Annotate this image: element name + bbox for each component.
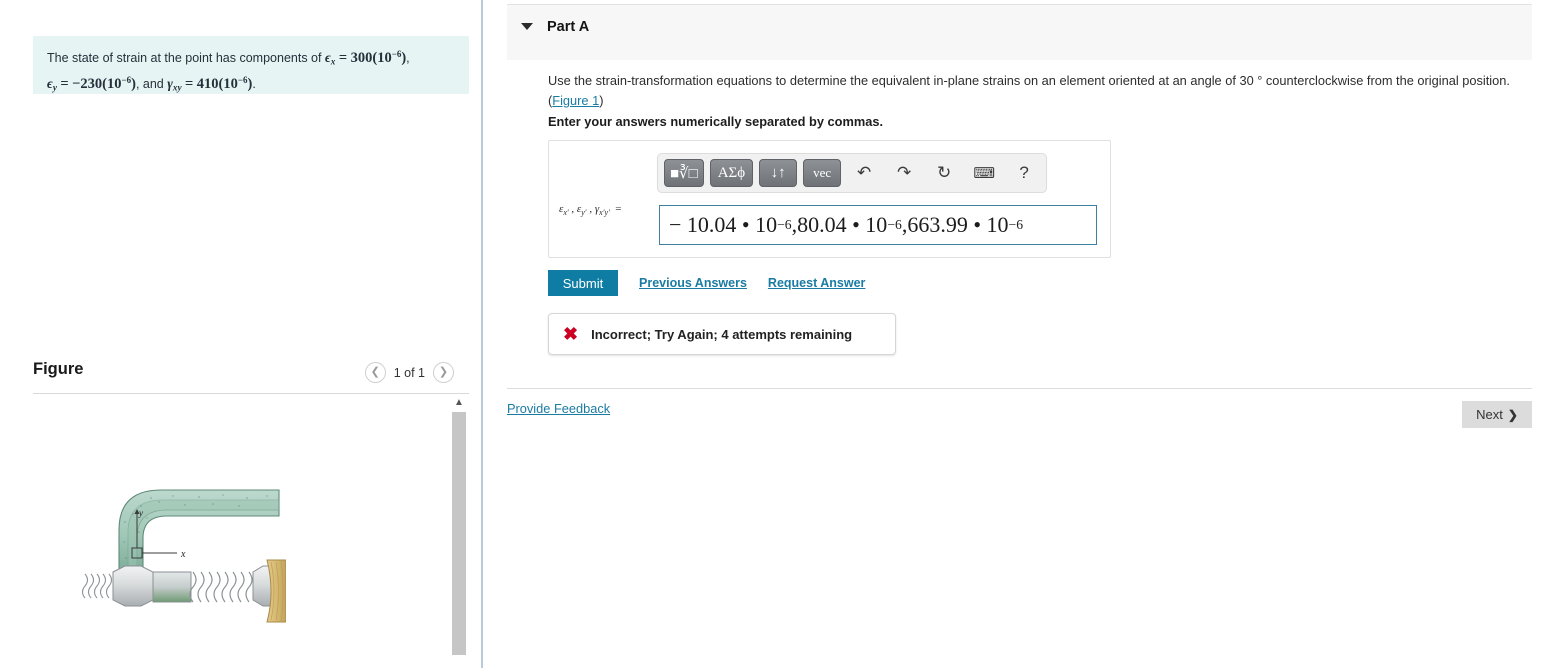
problem-statement-text: The state of strain at the point has com… xyxy=(47,49,410,93)
answer-card: ■∛□ ΑΣϕ ↓↑ vec ↶ ↷ ↻ ⌨ ? εx′ , εy′ , γx′… xyxy=(548,140,1111,258)
figure-viewport: y x xyxy=(33,394,451,668)
figure-next-button[interactable]: ❯ xyxy=(433,362,454,383)
bolt-thread-center xyxy=(189,571,253,603)
figure-scrollbar[interactable]: ▲ xyxy=(451,394,467,668)
figure-image: y x xyxy=(81,472,288,642)
axis-y-label: y xyxy=(138,508,143,518)
caret-down-icon[interactable] xyxy=(521,23,533,30)
question-body: Use the strain-transformation equations … xyxy=(548,73,1510,88)
redo-button[interactable]: ↷ xyxy=(887,159,921,187)
chevron-right-icon: ❯ xyxy=(1507,407,1518,422)
statement-and: , and xyxy=(135,77,164,92)
up-down-arrows-icon: ↓↑ xyxy=(770,164,786,181)
figure-1-link[interactable]: Figure 1 xyxy=(552,93,599,108)
answer-term-3-exponent: −6 xyxy=(1008,217,1024,232)
previous-answers-link[interactable]: Previous Answers xyxy=(639,276,747,290)
undo-button[interactable]: ↶ xyxy=(847,159,881,187)
chevron-up-icon[interactable]: ▲ xyxy=(451,394,467,410)
bolt-sleeve xyxy=(152,571,192,603)
figure-page-count: 1 of 1 xyxy=(393,365,425,380)
panel-divider xyxy=(481,0,483,668)
answer-term-2-exponent: −6 xyxy=(887,217,902,232)
answer-variable-label: εx′ , εy′ , γx′y′ = xyxy=(559,203,622,218)
epsilon-x-value: 300(10−6) xyxy=(350,49,407,66)
keyboard-button[interactable]: ⌨ xyxy=(967,159,1001,187)
math-toolbar: ■∛□ ΑΣϕ ↓↑ vec ↶ ↷ ↻ ⌨ ? xyxy=(657,153,1047,193)
answer-term-1-exponent: −6 xyxy=(777,217,792,232)
answer-term-2: ,80.04 • 10 xyxy=(791,212,888,237)
reset-button[interactable]: ↻ xyxy=(927,159,961,187)
greek-icon: ΑΣϕ xyxy=(717,164,746,181)
provide-feedback-link[interactable]: Provide Feedback xyxy=(507,401,610,416)
epsilon-x-symbol: ϵx xyxy=(324,49,336,67)
footer-divider xyxy=(507,388,1532,389)
statement-lead: The state of strain at the point has com… xyxy=(47,50,322,65)
figure-title: Figure xyxy=(33,360,84,378)
action-row: Submit Previous Answers Request Answer xyxy=(548,270,865,296)
keyboard-icon: ⌨ xyxy=(973,165,995,182)
epsilon-y-value: −230(10−6) xyxy=(72,75,136,93)
scrollbar-thumb[interactable] xyxy=(452,412,466,655)
undo-icon: ↶ xyxy=(857,163,872,182)
answer-input[interactable]: − 10.04 • 10 −6,80.04 • 10 −6,663.99 • 10−… xyxy=(659,205,1097,245)
epsilon-y-symbol: ϵy xyxy=(47,76,57,93)
right-panel: Part A Use the strain-transformation equ… xyxy=(507,0,1568,668)
page-root: The state of strain at the point has com… xyxy=(0,0,1568,668)
answer-term-3: ,663.99 • 10 xyxy=(901,212,1009,237)
vector-icon: vec xyxy=(813,165,832,180)
gamma-xy-value: 410(10−6) xyxy=(196,75,253,93)
request-answer-link[interactable]: Request Answer xyxy=(768,276,865,290)
math-template-button[interactable]: ■∛□ xyxy=(664,159,704,187)
help-icon: ? xyxy=(1019,163,1029,182)
submit-button[interactable]: Submit xyxy=(548,270,618,296)
reset-icon: ↻ xyxy=(937,163,952,182)
axis-x-label: x xyxy=(180,549,186,560)
bolt-thread-left xyxy=(81,573,113,599)
chevron-right-icon: ❯ xyxy=(438,366,449,378)
figure-header: Figure ❮ 1 of 1 ❯ xyxy=(33,360,469,392)
greek-letters-button[interactable]: ΑΣϕ xyxy=(709,159,754,187)
answer-term-1: − 10.04 • 10 xyxy=(669,212,778,237)
feedback-banner: ✖ Incorrect; Try Again; 4 attempts remai… xyxy=(548,313,896,355)
help-button[interactable]: ? xyxy=(1007,159,1041,187)
part-a-header[interactable]: Part A xyxy=(507,4,1532,60)
vector-button[interactable]: vec xyxy=(803,159,842,187)
next-button-label: Next xyxy=(1476,407,1503,422)
left-panel: The state of strain at the point has com… xyxy=(0,0,481,668)
error-x-icon: ✖ xyxy=(563,324,579,344)
redo-icon: ↷ xyxy=(897,163,912,182)
next-button[interactable]: Next ❯ xyxy=(1462,401,1532,428)
arrows-button[interactable]: ↓↑ xyxy=(759,159,798,187)
figure-prev-button[interactable]: ❮ xyxy=(364,362,386,383)
problem-statement-box: The state of strain at the point has com… xyxy=(33,36,469,94)
bolt-nut-left xyxy=(112,565,154,607)
gamma-xy-symbol: γxy xyxy=(167,76,182,93)
answer-instruction: Enter your answers numerically separated… xyxy=(548,114,883,129)
figure-pager: ❮ 1 of 1 ❯ xyxy=(364,362,454,383)
question-text: Use the strain-transformation equations … xyxy=(548,73,1510,108)
sqrt-template-icon: ■∛□ xyxy=(670,165,698,182)
part-a-title: Part A xyxy=(547,19,590,35)
chevron-left-icon: ❮ xyxy=(370,366,380,378)
feedback-message: Incorrect; Try Again; 4 attempts remaini… xyxy=(591,326,853,342)
